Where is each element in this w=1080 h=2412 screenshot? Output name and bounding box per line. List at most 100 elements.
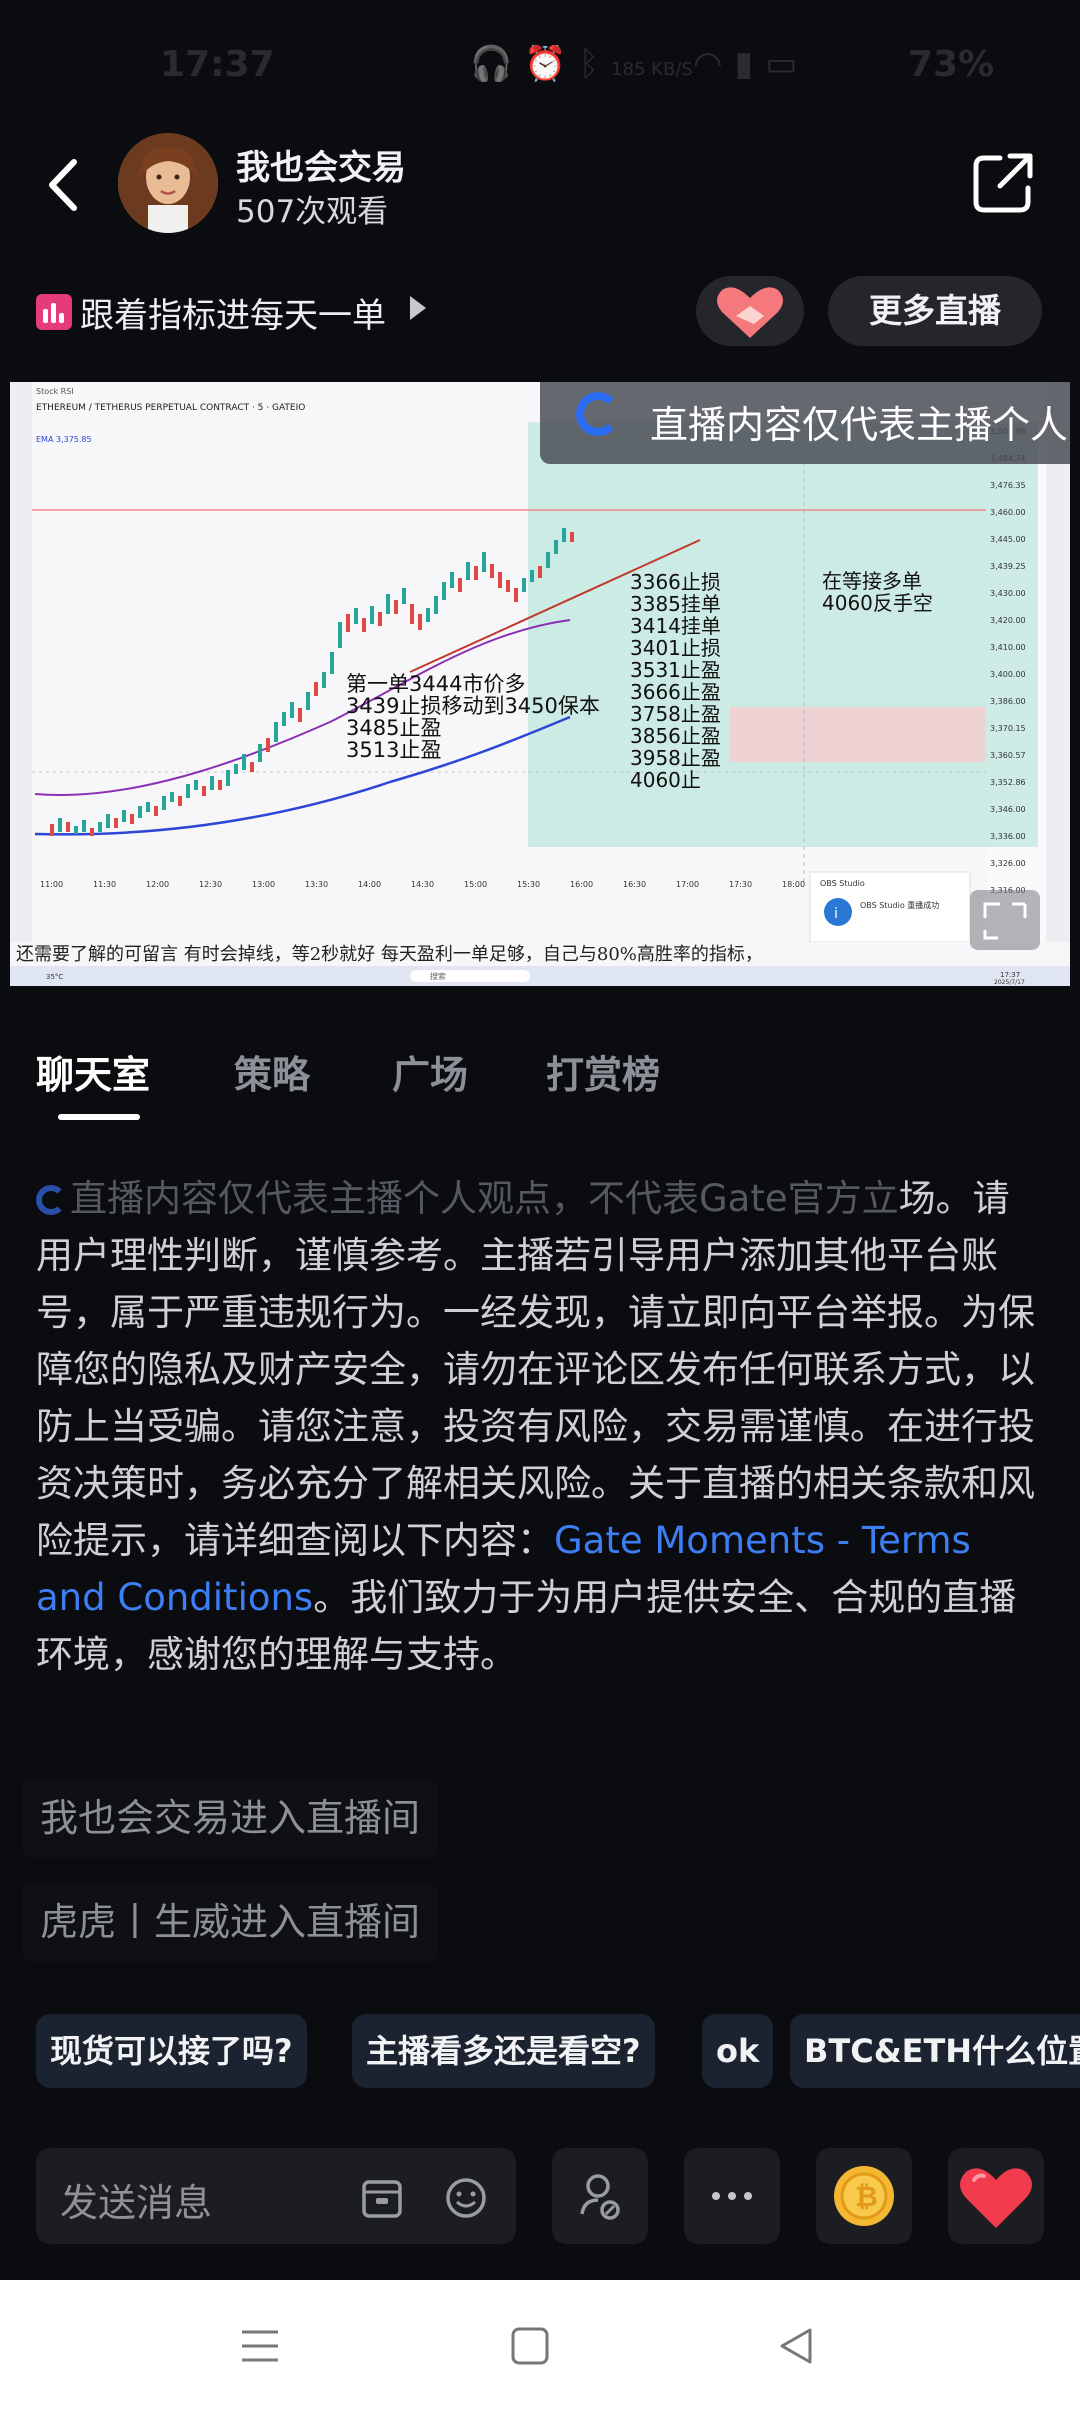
back-icon[interactable] [40, 150, 90, 220]
annotation-right-6: 3666止盈 [630, 680, 721, 704]
price-tick-label: 3,370.15 [990, 724, 1026, 733]
user-edit-button[interactable] [552, 2148, 648, 2244]
price-tick-label: 3,445.00 [990, 535, 1026, 544]
chart-bars-icon [36, 294, 72, 330]
tab-square[interactable]: 广场 [392, 1044, 468, 1099]
back-nav-icon[interactable] [776, 2326, 816, 2366]
tab-indicator [58, 1114, 140, 1120]
obs-title: OBS Studio [820, 879, 865, 888]
time-tick-label: 13:30 [305, 880, 328, 889]
quick-reply[interactable]: BTC&ETH什么位置 [790, 2014, 1080, 2088]
annotation-right-8: 3856止盈 [630, 724, 721, 748]
system-nav-bar [0, 2280, 1080, 2412]
taskbar-date: 2025/7/17 [994, 979, 1025, 986]
wifi-icon: ◠ [692, 44, 735, 84]
disclaimer-banner-text: 直播内容仅代表主播个人 [650, 403, 1069, 447]
more-icon [712, 2192, 752, 2200]
emoji-icon[interactable] [444, 2176, 488, 2220]
topic-title[interactable]: 跟着指标进每天一单 [80, 288, 386, 337]
time-tick-label: 11:30 [93, 880, 116, 889]
annotation-right-4: 3401止损 [630, 636, 721, 660]
user-edit-icon [580, 2174, 620, 2220]
annotation-right-2: 3385挂单 [630, 592, 721, 616]
time-tick-label: 16:00 [570, 880, 593, 889]
live-video[interactable]: Stock RSI ETHEREUM / TETHERUS PERPETUAL … [10, 382, 1070, 986]
tab-strategy[interactable]: 策略 [234, 1044, 310, 1099]
gate-logo-icon [576, 392, 620, 436]
notice-body-1: 场。请用户理性判断，谨慎参考。主播若引导用户添加其他平台账号，属于严重违规行为。… [36, 1177, 1035, 1562]
annotation-right-9: 3958止盈 [630, 746, 721, 770]
battery-icon: ▭ [765, 44, 810, 84]
bluetooth-icon: ᛒ [578, 44, 612, 84]
ema-label: EMA 3,375.85 [36, 435, 92, 444]
signal-icon: ▮ [734, 44, 766, 84]
calendar-icon[interactable] [360, 2176, 404, 2220]
price-tick-label: 3,386.00 [990, 697, 1026, 706]
quick-reply[interactable]: 主播看多还是看空? [352, 2014, 655, 2088]
annotation-right-3: 3414挂单 [630, 614, 721, 638]
like-button[interactable] [696, 276, 804, 346]
price-tick-label: 3,346.00 [990, 805, 1026, 814]
alarm-icon: ⏰ [524, 44, 579, 84]
price-tick-label: 3,326.00 [990, 859, 1026, 868]
battery-percent: 73% [908, 44, 995, 85]
annotation-box-1: 在等接多单 [822, 569, 922, 593]
taskbar-weather: 35°C [46, 973, 63, 981]
taskbar-search: 搜索 [430, 971, 446, 981]
notice-faded-line: 直播内容仅代表主播个人观点，不代表Gate官方立 [70, 1177, 899, 1220]
annotation-right-5: 3531止盈 [630, 658, 721, 682]
indicator-label: Stock RSI [36, 387, 74, 396]
more-live-button[interactable]: 更多直播 [828, 276, 1042, 346]
net-speed: 185 KB/S [611, 59, 693, 80]
share-icon[interactable] [970, 150, 1036, 216]
price-tick-label: 3,420.00 [990, 616, 1026, 625]
message-placeholder[interactable]: 发送消息 [60, 2172, 212, 2227]
system-message: 虎虎丨生威进入直播间 [22, 1882, 439, 1962]
quick-reply[interactable]: 现货可以接了吗? [36, 2014, 307, 2088]
annotation-box-2: 4060反手空 [822, 591, 933, 615]
status-time: 17:37 [160, 44, 275, 85]
heart-hands-icon [717, 287, 783, 338]
avatar[interactable] [118, 133, 218, 233]
disclaimer-notice: 直播内容仅代表主播个人观点，不代表Gate官方立场。请用户理性判断，谨慎参考。主… [36, 1170, 1046, 1683]
annotation-left-1: 第一单3444市价多 [346, 672, 525, 696]
obs-text: OBS Studio 重播成功 [860, 900, 939, 910]
price-tick-label: 3,410.00 [990, 643, 1026, 652]
time-tick-label: 14:00 [358, 880, 381, 889]
time-tick-label: 17:30 [729, 880, 752, 889]
play-arrow-icon [410, 296, 426, 320]
quick-reply[interactable]: ok [702, 2014, 774, 2088]
svg-text:₿: ₿ [855, 2180, 878, 2213]
time-tick-label: 11:00 [40, 880, 63, 889]
like-heart-button[interactable] [948, 2148, 1044, 2244]
view-count: 507次观看 [236, 194, 389, 230]
chart-title: ETHEREUM / TETHERUS PERPETUAL CONTRACT ·… [36, 403, 305, 413]
taskbar-time: 17:37 [1000, 971, 1020, 979]
system-message: 我也会交易进入直播间 [22, 1778, 439, 1858]
annotation-right-7: 3758止盈 [630, 702, 721, 726]
annotation-right-10: 4060止 [630, 768, 701, 792]
price-tick-label: 3,460.00 [990, 508, 1026, 517]
svg-text:i: i [834, 906, 838, 922]
host-name: 我也会交易 [236, 148, 406, 188]
status-icons: 🎧⏰ᛒ185 KB/S◠▮▭ [470, 44, 809, 84]
coin-icon: ₿ [834, 2166, 894, 2226]
tip-coin-button[interactable]: ₿ [816, 2148, 912, 2244]
time-tick-label: 18:00 [782, 880, 805, 889]
tab-chatroom[interactable]: 聊天室 [36, 1044, 150, 1099]
time-tick-label: 15:30 [517, 880, 540, 889]
menu-icon[interactable] [240, 2326, 280, 2366]
price-tick-label: 3,352.86 [990, 778, 1026, 787]
annotation-left-3: 3485止盈 [346, 716, 441, 740]
home-icon[interactable] [510, 2326, 550, 2366]
tab-tip-ranking[interactable]: 打赏榜 [546, 1044, 660, 1099]
price-tick-label: 3,336.00 [990, 832, 1026, 841]
more-button[interactable] [684, 2148, 780, 2244]
annotation-left-2: 3439止损移动到3450保本 [346, 694, 600, 718]
time-tick-label: 15:00 [464, 880, 487, 889]
time-tick-label: 14:30 [411, 880, 434, 889]
price-tick-label: 3,430.00 [990, 589, 1026, 598]
price-tick-label: 3,360.57 [990, 751, 1026, 760]
time-tick-label: 13:00 [252, 880, 275, 889]
headphone-icon: 🎧 [470, 44, 525, 84]
